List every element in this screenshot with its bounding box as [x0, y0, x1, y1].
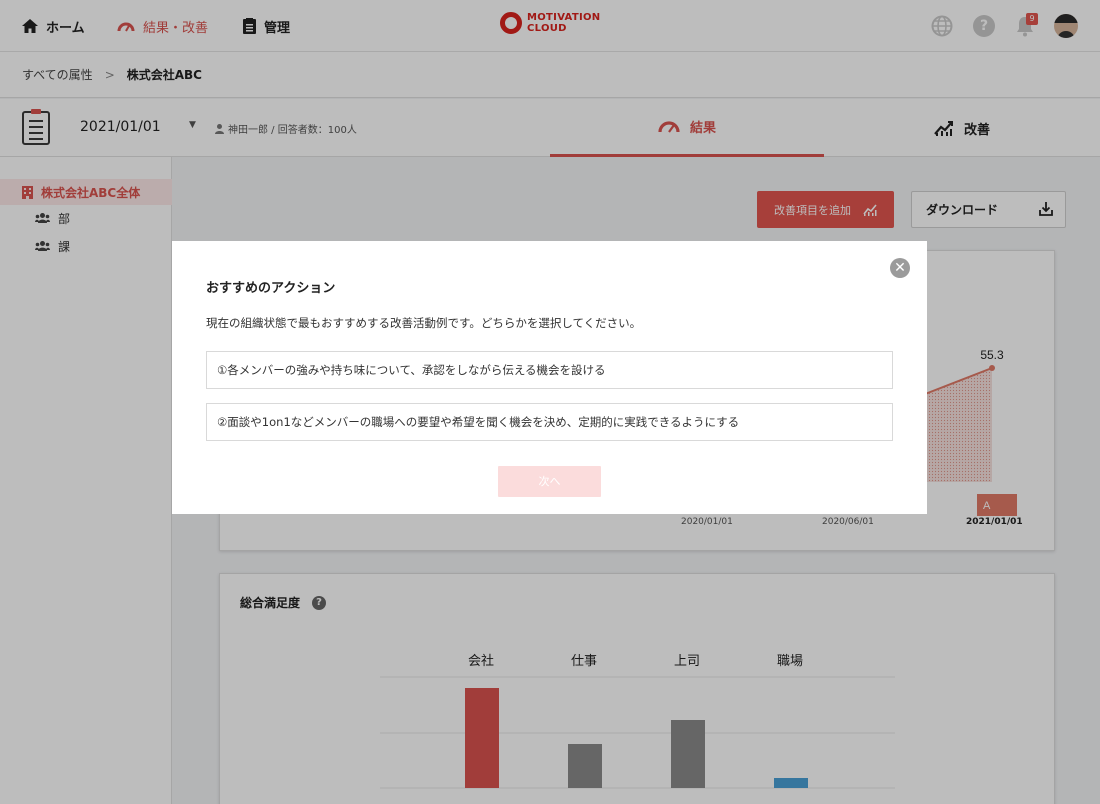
modal-title: おすすめのアクション	[206, 281, 336, 296]
modal-description: 現在の組織状態で最もおすすめする改善活動例です。どちらかを選択してください。	[206, 316, 642, 330]
next-button[interactable]: 次へ	[498, 466, 601, 497]
recommended-action-modal: ✕ おすすめのアクション 現在の組織状態で最もおすすめする改善活動例です。どちら…	[172, 241, 927, 514]
action-option-1[interactable]: ①各メンバーの強みや持ち味について、承認をしながら伝える機会を設ける	[206, 351, 893, 389]
close-icon[interactable]: ✕	[890, 258, 910, 278]
action-option-2[interactable]: ②面談や1on1などメンバーの職場への要望や希望を聞く機会を決め、定期的に実践で…	[206, 403, 893, 441]
